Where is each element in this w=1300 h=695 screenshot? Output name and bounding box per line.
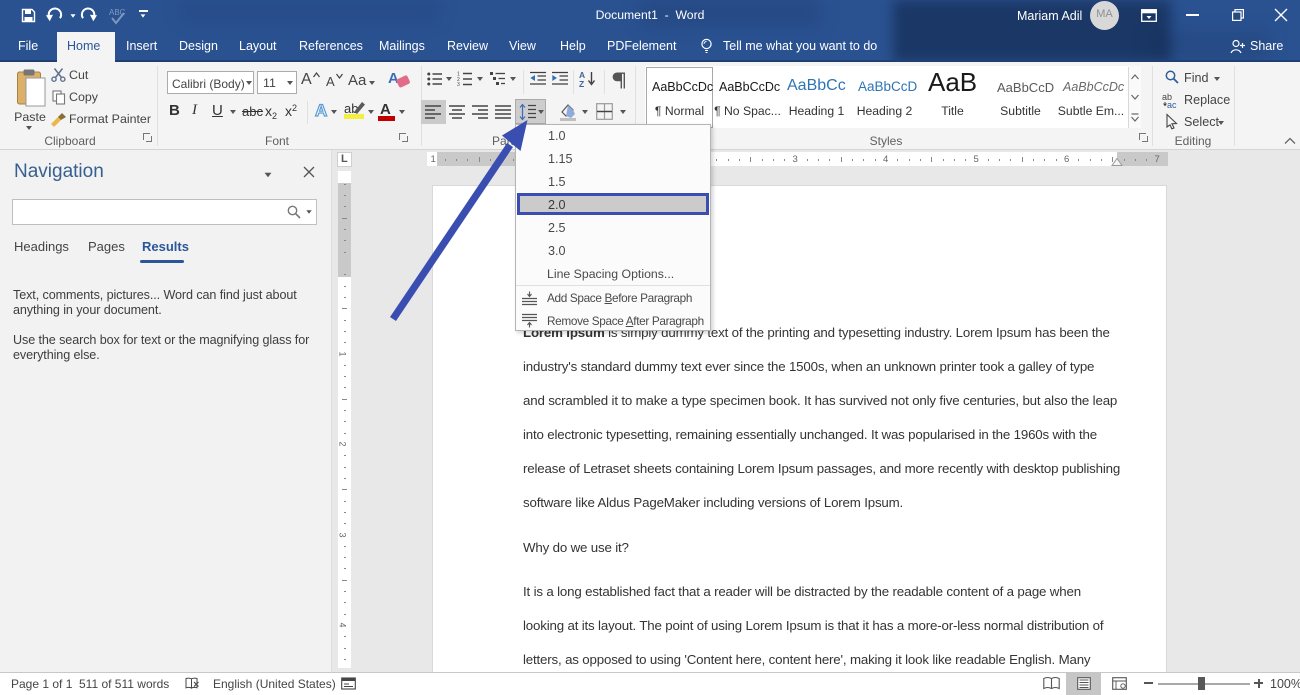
svg-text:ac: ac <box>1167 100 1177 110</box>
svg-text:Z: Z <box>579 79 584 89</box>
svg-text:3: 3 <box>457 82 460 88</box>
